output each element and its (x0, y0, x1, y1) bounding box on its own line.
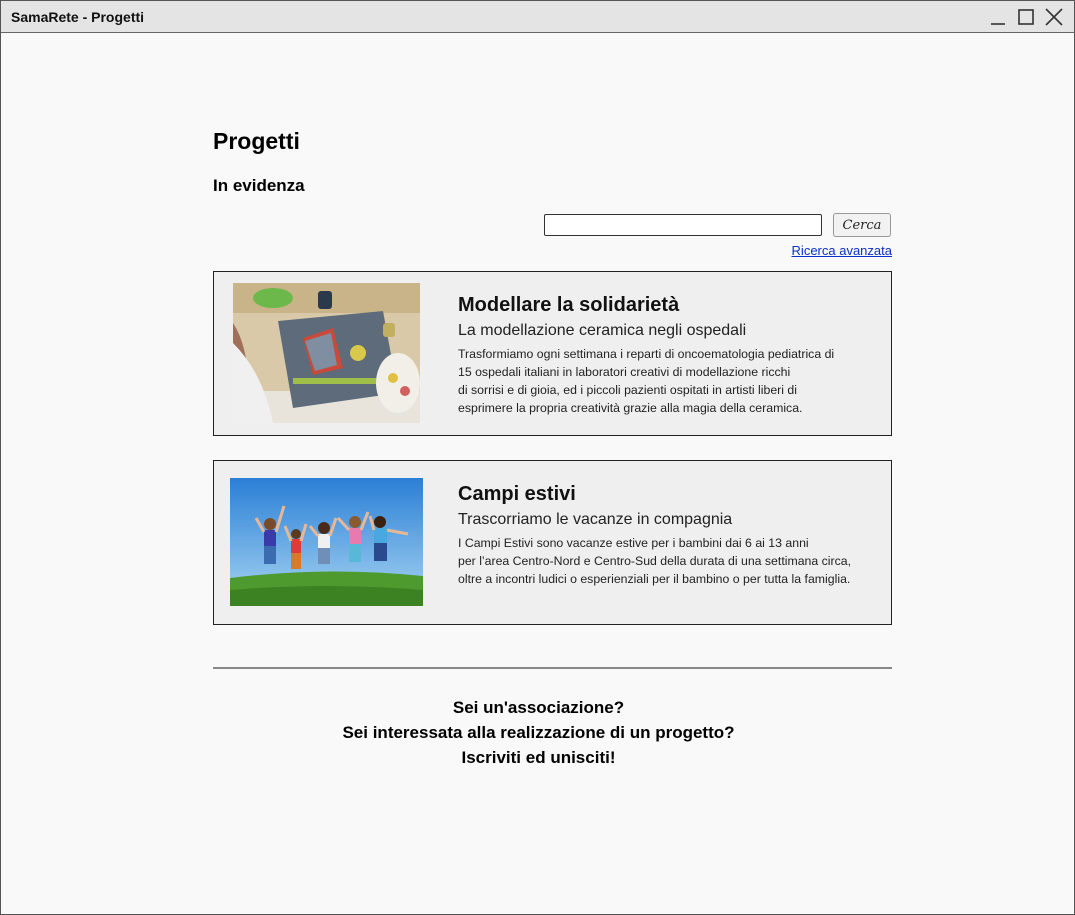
close-icon[interactable] (1043, 6, 1065, 28)
maximize-icon[interactable] (1015, 6, 1037, 28)
page-title: Progetti (213, 128, 300, 154)
project-description: I Campi Estivi sono vacanze estive per i… (458, 534, 851, 588)
minimize-icon[interactable] (987, 6, 1009, 28)
children-jumping-image (230, 478, 423, 606)
project-title[interactable]: Modellare la solidarietà (458, 294, 679, 317)
divider (213, 667, 892, 669)
app-window: SamaRete - Progetti Progetti In evidenza… (0, 0, 1075, 915)
cta-join-link[interactable]: Iscriviti ed unisciti! (213, 748, 864, 768)
project-title[interactable]: Campi estivi (458, 483, 576, 506)
advanced-search-link[interactable]: Ricerca avanzata (791, 243, 892, 258)
section-title: In evidenza (213, 176, 305, 195)
project-description: Trasformiamo ogni settimana i reparti di… (458, 345, 834, 417)
cta-question-project: Sei interessata alla realizzazione di un… (342, 723, 735, 742)
search-input[interactable] (544, 214, 822, 236)
description-line: esprimere la propria creatività grazie a… (458, 401, 803, 415)
title-bar: SamaRete - Progetti (1, 1, 1074, 33)
description-line: di sorrisi e di gioia, ed i piccoli pazi… (458, 383, 797, 397)
description-line: 15 ospedali italiani in laboratori creat… (458, 365, 791, 379)
project-subtitle: La modellazione ceramica negli ospedali (458, 322, 747, 339)
project-card[interactable]: Modellare la solidarietà La modellazione… (213, 271, 892, 436)
ceramic-workshop-image (233, 283, 420, 423)
project-subtitle: Trascorriamo le vacanze in compagnia (458, 511, 733, 528)
description-line: I Campi Estivi sono vacanze estive per i… (458, 536, 809, 550)
window-title: SamaRete - Progetti (11, 9, 145, 25)
description-line: oltre a incontri ludici o esperienziali … (458, 572, 851, 586)
search-button[interactable]: Cerca (833, 213, 891, 237)
description-line: per l’area Centro-Nord e Centro-Sud dell… (458, 554, 852, 568)
description-line: Trasformiamo ogni settimana i reparti di… (458, 347, 835, 361)
cta-question-association: Sei un'associazione? (452, 698, 625, 717)
project-card[interactable]: Campi estivi Trascorriamo le vacanze in … (213, 460, 892, 625)
